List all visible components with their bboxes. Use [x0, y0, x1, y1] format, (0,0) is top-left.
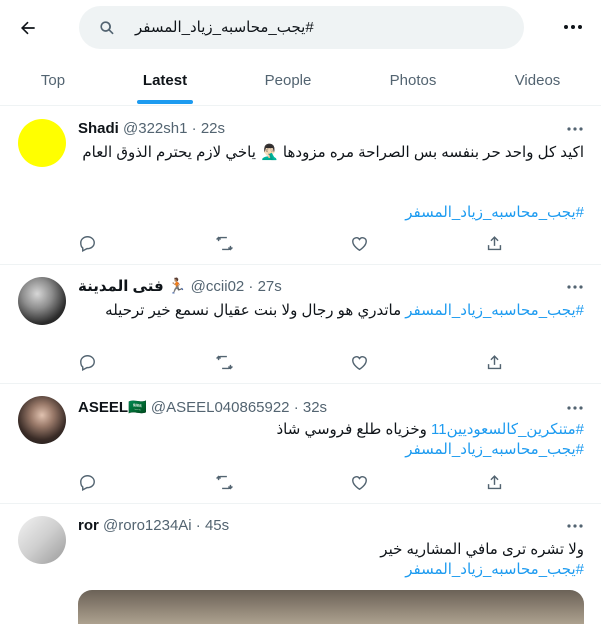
- handle[interactable]: @ccii02: [191, 278, 245, 295]
- hashtag-link[interactable]: #يجب_محاسبه_زياد_المسفر: [78, 202, 584, 224]
- more-icon: [567, 406, 583, 410]
- avatar[interactable]: [18, 396, 66, 444]
- timestamp[interactable]: 32s: [303, 399, 327, 416]
- hashtag-link[interactable]: #متنكرين_كالسعوديين11: [431, 421, 584, 438]
- tweet-media-image[interactable]: [78, 590, 584, 624]
- search-icon: [100, 21, 114, 35]
- share-icon: [487, 354, 501, 369]
- display-name[interactable]: Shadi: [78, 120, 119, 137]
- share-icon: [487, 235, 501, 250]
- retweet-icon: [215, 236, 233, 250]
- reply-button[interactable]: [76, 232, 98, 254]
- avatar[interactable]: [18, 119, 66, 167]
- tweet-text: اكيد كل واحد حر بنفسه بس الصراحة مره مزو…: [82, 144, 584, 161]
- retweet-button[interactable]: [213, 471, 235, 493]
- separator-dot: ·: [191, 120, 197, 137]
- display-name[interactable]: ASEEL🇸🇦: [78, 399, 147, 416]
- like-button[interactable]: [348, 232, 370, 254]
- tweet-more-button[interactable]: [563, 119, 587, 139]
- tweet-header: ASEEL🇸🇦 @ASEEL040865922 · 32s: [78, 398, 327, 418]
- handle[interactable]: @roro1234Ai: [103, 517, 192, 534]
- display-name[interactable]: ror: [78, 517, 99, 534]
- share-button[interactable]: [483, 351, 505, 373]
- like-button[interactable]: [348, 471, 370, 493]
- share-button[interactable]: [483, 232, 505, 254]
- more-options-button[interactable]: [560, 14, 586, 40]
- separator-dot: ·: [293, 399, 299, 416]
- display-name[interactable]: فتى المدينة 🏃🏽: [78, 278, 187, 295]
- search-query: #يجب_محاسبه_زياد_المسفر: [135, 19, 314, 36]
- avatar[interactable]: [18, 516, 66, 564]
- tweet-header: Shadi @322sh1 · 22s: [78, 119, 225, 139]
- tweet-header: ror @roro1234Ai · 45s: [78, 516, 229, 536]
- timestamp[interactable]: 45s: [205, 517, 229, 534]
- retweet-icon: [215, 355, 233, 369]
- tweet-header: فتى المدينة 🏃🏽 @ccii02 · 27s: [78, 277, 282, 297]
- like-icon: [351, 236, 367, 251]
- tweet-more-button[interactable]: [563, 516, 587, 536]
- search-tabs: Top Latest People Photos Videos: [0, 56, 601, 106]
- share-icon: [487, 474, 501, 489]
- retweet-button[interactable]: [213, 232, 235, 254]
- tweet[interactable]: Shadi @322sh1 · 22s اكيد كل واحد حر بنفس…: [0, 107, 601, 265]
- separator-dot: ·: [248, 278, 254, 295]
- timestamp[interactable]: 22s: [201, 120, 225, 137]
- tab-latest[interactable]: Latest: [106, 56, 224, 105]
- like-icon: [351, 355, 367, 370]
- top-bar: #يجب_محاسبه_زياد_المسفر: [0, 0, 601, 56]
- retweet-icon: [215, 475, 233, 489]
- reply-icon: [79, 354, 95, 371]
- tweet-text: ولا تشره ترى مافي المشاريه خير: [380, 541, 584, 558]
- tweet-text-body: ماتدري هو رجال ولا بنت عقيال نسمع خير تر…: [105, 302, 406, 319]
- tweet-text: #متنكرين_كالسعوديين11 وخزياه طلع فروسي ش…: [78, 419, 585, 441]
- reply-icon: [79, 235, 95, 252]
- more-icon: [567, 127, 583, 131]
- tweet-more-button[interactable]: [563, 398, 587, 418]
- reply-button[interactable]: [76, 351, 98, 373]
- active-tab-indicator: [137, 100, 193, 104]
- reply-icon: [79, 474, 95, 491]
- hashtag-link[interactable]: #يجب_محاسبه_زياد_المسفر: [78, 559, 584, 581]
- share-button[interactable]: [483, 471, 505, 493]
- timestamp[interactable]: 27s: [258, 278, 282, 295]
- back-arrow-icon: [21, 21, 35, 35]
- handle[interactable]: @322sh1: [123, 120, 187, 137]
- back-button[interactable]: [12, 12, 44, 44]
- more-icon: [564, 25, 582, 29]
- avatar[interactable]: [18, 277, 66, 325]
- tab-top[interactable]: Top: [0, 56, 106, 105]
- more-icon: [567, 524, 583, 528]
- tweet-text: #يجب_محاسبه_زياد_المسفر ماتدري هو رجال و…: [78, 300, 584, 322]
- retweet-button[interactable]: [213, 351, 235, 373]
- hashtag-link[interactable]: #يجب_محاسبه_زياد_المسفر: [405, 302, 584, 319]
- tab-videos[interactable]: Videos: [474, 56, 601, 105]
- tweet[interactable]: ASEEL🇸🇦 @ASEEL040865922 · 32s #متنكرين_ك…: [0, 384, 601, 504]
- tab-people[interactable]: People: [224, 56, 352, 105]
- tweet-more-button[interactable]: [563, 277, 587, 297]
- search-input[interactable]: #يجب_محاسبه_زياد_المسفر: [79, 6, 524, 49]
- reply-button[interactable]: [76, 471, 98, 493]
- tweet-text-body: وخزياه طلع فروسي شاذ: [276, 421, 432, 438]
- handle[interactable]: @ASEEL040865922: [151, 399, 290, 416]
- hashtag-link[interactable]: #يجب_محاسبه_زياد_المسفر: [78, 439, 584, 461]
- separator-dot: ·: [195, 517, 201, 534]
- like-icon: [351, 475, 367, 490]
- tab-photos[interactable]: Photos: [352, 56, 474, 105]
- more-icon: [567, 285, 583, 289]
- like-button[interactable]: [348, 351, 370, 373]
- tweet[interactable]: فتى المدينة 🏃🏽 @ccii02 · 27s #يجب_محاسبه…: [0, 265, 601, 384]
